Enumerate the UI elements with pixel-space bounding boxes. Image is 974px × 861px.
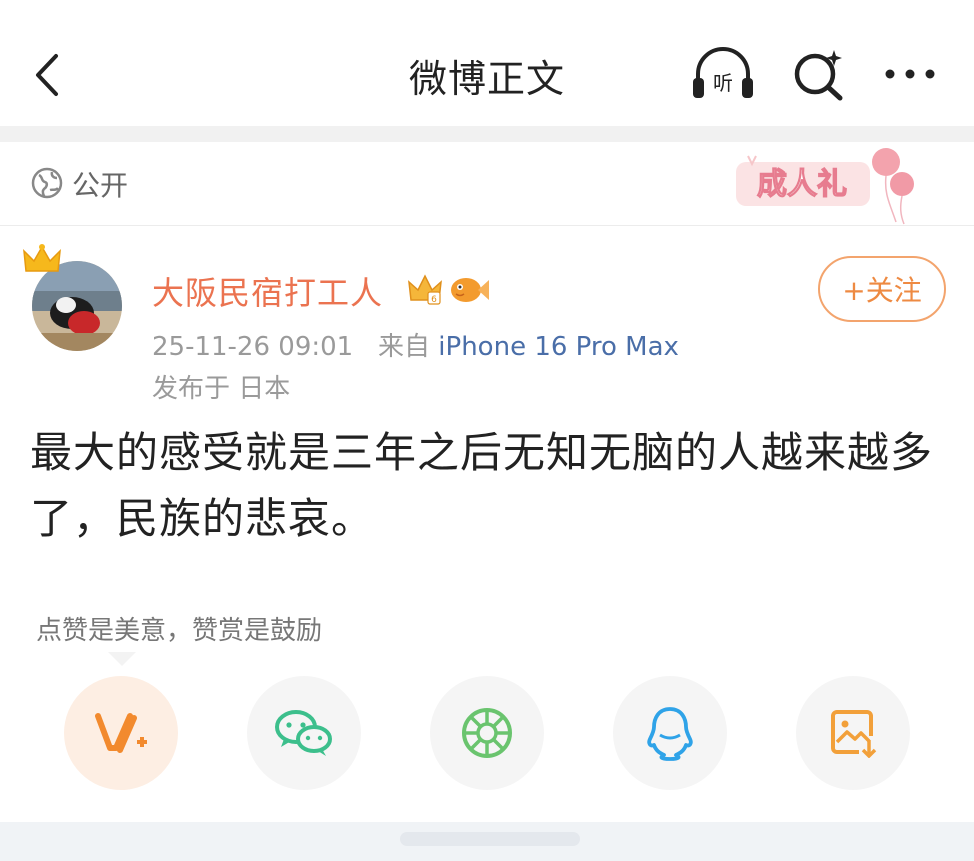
listen-icon: 听	[693, 47, 753, 98]
listen-button[interactable]: 听	[690, 46, 756, 102]
wechat-icon	[275, 710, 332, 756]
qq-icon	[647, 707, 693, 761]
post-time: 25-11-26 09:01	[152, 332, 354, 362]
top-nav-bar: 微博正文 听	[0, 0, 974, 126]
save-image-icon	[831, 710, 877, 758]
section-divider	[0, 126, 974, 142]
save-image-button[interactable]	[796, 676, 910, 790]
visibility-label: 公开	[72, 169, 129, 202]
share-wechat-button[interactable]	[247, 676, 361, 790]
author-name[interactable]: 大阪民宿打工人	[152, 268, 383, 314]
bottom-placeholder	[400, 832, 580, 846]
coming-of-age-badge: 成人礼	[736, 148, 914, 225]
post-meta: 25-11-26 09:01 来自 iPhone 16 Pro Max	[152, 326, 679, 363]
more-icon	[885, 69, 935, 79]
moments-icon	[462, 708, 512, 758]
visibility-row: 公开 成人礼	[0, 142, 974, 226]
share-moments-button[interactable]	[430, 676, 544, 790]
more-button[interactable]	[880, 60, 940, 88]
search-icon	[794, 50, 843, 101]
hint-caret	[108, 652, 136, 666]
post-text: 最大的感受就是三年之后无知无脑的人越来越多了，民族的悲哀。	[30, 428, 934, 543]
post-location: 发布于 日本	[152, 374, 291, 404]
follow-button[interactable]: +关注	[818, 256, 946, 322]
svg-text:6: 6	[431, 295, 437, 305]
reward-button[interactable]	[64, 676, 178, 790]
search-button[interactable]	[790, 46, 850, 102]
author-avatar[interactable]	[22, 243, 126, 357]
fish-icon	[451, 278, 489, 302]
svg-text:听: 听	[713, 71, 733, 95]
globe-icon	[31, 167, 63, 199]
svg-text:成人礼: 成人礼	[757, 167, 847, 202]
device-link[interactable]: iPhone 16 Pro Max	[438, 332, 679, 362]
reward-hint: 点赞是美意，赞赏是鼓励	[36, 616, 323, 646]
reward-icon	[95, 713, 147, 753]
source-prefix: 来自	[378, 332, 431, 362]
vip-icon: 6	[408, 274, 442, 305]
crown-icon	[23, 244, 61, 272]
share-qq-button[interactable]	[613, 676, 727, 790]
